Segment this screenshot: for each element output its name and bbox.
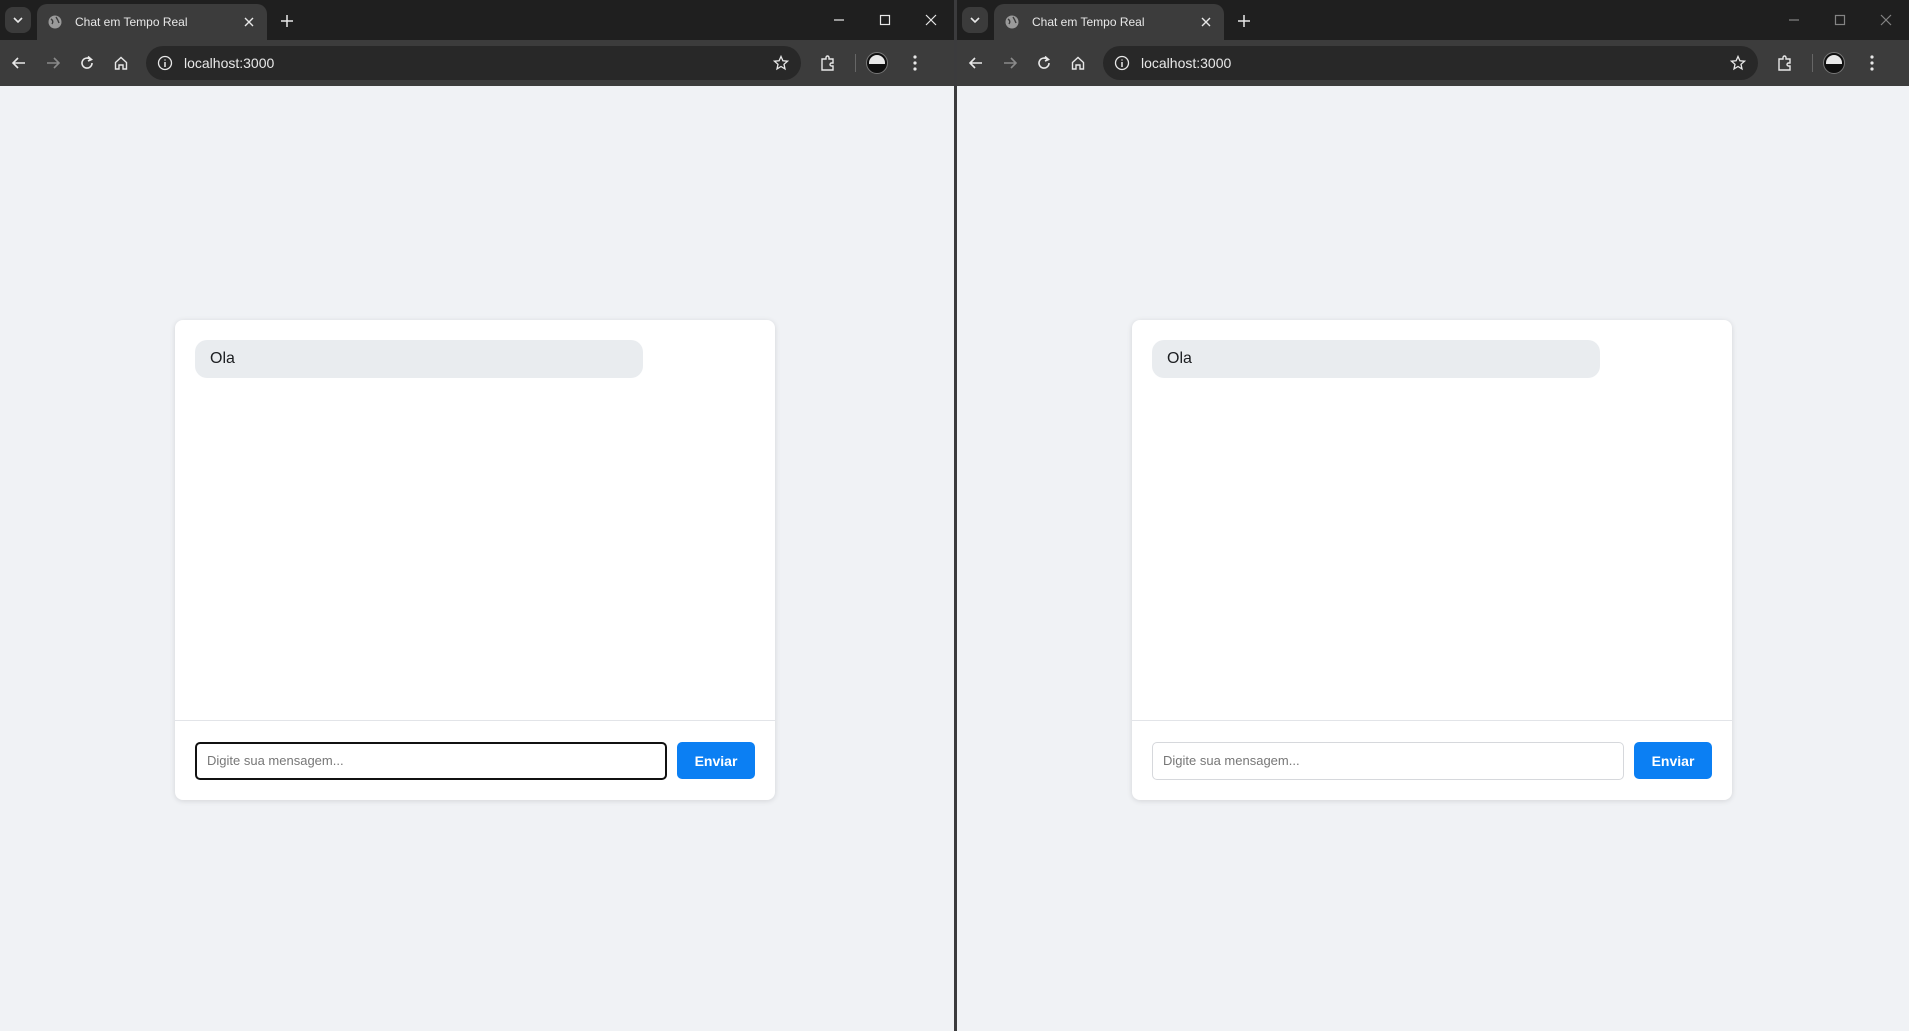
home-button[interactable] [1063, 48, 1093, 78]
minimize-button[interactable] [1771, 0, 1817, 40]
back-button[interactable] [961, 48, 991, 78]
url-text[interactable]: localhost:3000 [1141, 55, 1728, 71]
close-window-button[interactable] [1863, 0, 1909, 40]
title-bar: Chat em Tempo Real [0, 0, 954, 40]
minimize-icon [834, 19, 844, 21]
arrow-right-icon [47, 57, 61, 69]
tab-search-button[interactable] [962, 7, 988, 33]
reload-button[interactable] [1029, 48, 1059, 78]
message-list: Ola [175, 320, 775, 720]
close-icon[interactable] [241, 14, 257, 30]
maximize-button[interactable] [1817, 0, 1863, 40]
toolbar-divider [855, 54, 856, 72]
message-text: Ola [210, 350, 235, 367]
globe-icon [47, 14, 63, 30]
message-text: Ola [1167, 350, 1192, 367]
kebab-menu-icon [1870, 55, 1874, 71]
globe-icon [1004, 14, 1020, 30]
browser-tab[interactable]: Chat em Tempo Real [37, 4, 267, 40]
puzzle-icon [821, 55, 834, 71]
browser-toolbar: localhost:3000 [0, 40, 954, 86]
puzzle-icon [1778, 55, 1791, 71]
window-controls [816, 0, 954, 40]
browser-window-right: Chat em Tempo Real localhost:3000 Ola Di… [957, 0, 1909, 1031]
minimize-button[interactable] [816, 0, 862, 40]
minimize-icon [1789, 19, 1799, 21]
message-list: Ola [1132, 320, 1732, 720]
chevron-down-icon [13, 17, 23, 24]
home-icon [1071, 56, 1085, 70]
close-window-button[interactable] [908, 0, 954, 40]
message-composer: Enviar [175, 720, 775, 800]
reload-button[interactable] [72, 48, 102, 78]
chat-container: Ola Enviar [1132, 320, 1732, 800]
url-text[interactable]: localhost:3000 [184, 55, 771, 71]
send-button[interactable]: Enviar [677, 742, 755, 779]
menu-button[interactable] [1857, 48, 1887, 78]
avatar[interactable] [866, 52, 888, 74]
page-viewport: Ola Enviar [957, 86, 1909, 1031]
browser-tab[interactable]: Chat em Tempo Real [994, 4, 1224, 40]
arrow-left-icon [968, 57, 982, 69]
extensions-button[interactable] [1770, 48, 1800, 78]
reload-icon [1038, 55, 1050, 69]
send-button[interactable]: Enviar [1634, 742, 1712, 779]
message-composer: Enviar [1132, 720, 1732, 800]
browser-window-left: Chat em Tempo Real localhost:3000 Ola Di… [0, 0, 954, 1031]
new-tab-button[interactable] [276, 10, 298, 32]
maximize-icon [1834, 14, 1846, 26]
message-bubble: Ola [1152, 340, 1600, 378]
message-input[interactable] [1152, 741, 1624, 780]
info-icon[interactable] [156, 54, 174, 72]
plus-icon [1238, 15, 1250, 27]
close-icon [925, 14, 937, 26]
star-icon[interactable] [1728, 53, 1748, 73]
maximize-button[interactable] [862, 0, 908, 40]
chat-container: Ola Enviar [175, 320, 775, 800]
close-icon [1880, 14, 1892, 26]
tab-search-button[interactable] [5, 7, 31, 33]
new-tab-button[interactable] [1233, 10, 1255, 32]
title-bar: Chat em Tempo Real [957, 0, 1909, 40]
star-icon[interactable] [771, 53, 791, 73]
menu-button[interactable] [900, 48, 930, 78]
window-controls [1771, 0, 1909, 40]
message-input[interactable] [195, 741, 667, 780]
toolbar-actions [1770, 48, 1893, 78]
browser-toolbar: localhost:3000 [957, 40, 1909, 86]
forward-button[interactable] [38, 48, 68, 78]
reload-icon [81, 55, 93, 69]
page-viewport: Ola Enviar [0, 86, 954, 1031]
home-button[interactable] [106, 48, 136, 78]
extensions-button[interactable] [813, 48, 843, 78]
chevron-down-icon [970, 17, 980, 24]
toolbar-actions [813, 48, 936, 78]
home-icon [114, 56, 128, 70]
address-bar[interactable]: localhost:3000 [146, 46, 801, 80]
tab-title: Chat em Tempo Real [75, 15, 188, 29]
info-icon[interactable] [1113, 54, 1131, 72]
desktop: Chat em Tempo Real localhost:3000 Ola Di… [0, 0, 1909, 1031]
address-bar[interactable]: localhost:3000 [1103, 46, 1758, 80]
tab-title: Chat em Tempo Real [1032, 15, 1145, 29]
arrow-left-icon [11, 57, 25, 69]
kebab-menu-icon [913, 55, 917, 71]
message-bubble: Ola [195, 340, 643, 378]
forward-button[interactable] [995, 48, 1025, 78]
maximize-icon [879, 14, 891, 26]
avatar[interactable] [1823, 52, 1845, 74]
toolbar-divider [1812, 54, 1813, 72]
arrow-right-icon [1004, 57, 1018, 69]
close-icon[interactable] [1198, 14, 1214, 30]
back-button[interactable] [4, 48, 34, 78]
plus-icon [281, 15, 293, 27]
